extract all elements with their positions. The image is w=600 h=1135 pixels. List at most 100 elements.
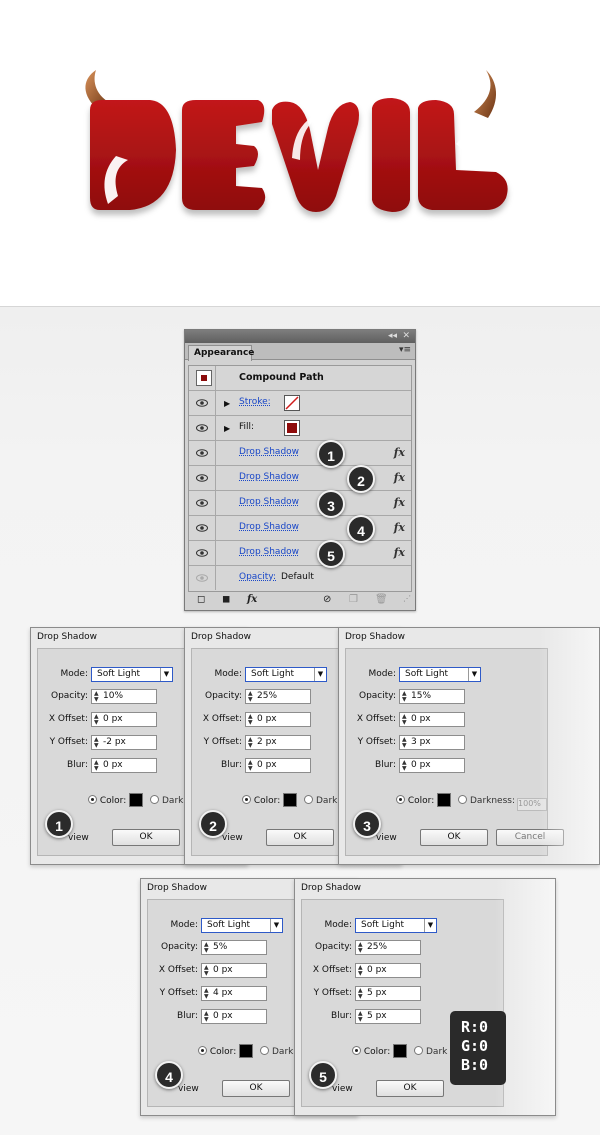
blur-field[interactable]: ▲ ▼ 5 px: [355, 1009, 421, 1024]
opacity-field[interactable]: ▲ ▼ 25%: [245, 689, 311, 704]
fill-swatch[interactable]: [284, 420, 300, 436]
ok-button[interactable]: OK: [112, 829, 180, 846]
color-radio[interactable]: [88, 795, 97, 804]
darkness-radio[interactable]: [414, 1046, 424, 1055]
darkness-radio[interactable]: [150, 795, 160, 804]
blur-field[interactable]: ▲ ▼ 0 px: [399, 758, 465, 773]
panel-titlebar[interactable]: ◂◂ ✕: [185, 330, 415, 343]
expand-triangle-icon[interactable]: ▶: [224, 399, 230, 408]
collapse-icon[interactable]: ◂◂: [388, 330, 397, 343]
duplicate-item-icon[interactable]: ❐: [349, 594, 358, 605]
shadow-color-swatch[interactable]: [283, 793, 298, 807]
drop-shadow-link[interactable]: Drop Shadow: [239, 522, 299, 532]
spinner-icon[interactable]: ▲ ▼: [402, 714, 407, 726]
fx-icon[interactable]: fx: [394, 546, 405, 559]
chevron-down-icon[interactable]: ▼: [160, 668, 172, 681]
drop-shadow-link[interactable]: Drop Shadow: [239, 497, 299, 507]
chevron-down-icon[interactable]: ▼: [424, 919, 436, 932]
color-radio[interactable]: [396, 795, 405, 804]
spinner-icon[interactable]: ▲ ▼: [402, 691, 407, 703]
stroke-label[interactable]: Stroke:: [239, 397, 271, 407]
effect-row-2[interactable]: Drop Shadow fx: [189, 466, 411, 491]
y-offset-field[interactable]: ▲ ▼ 4 px: [201, 986, 267, 1001]
chevron-down-icon[interactable]: ▼: [468, 668, 480, 681]
blur-field[interactable]: ▲ ▼ 0 px: [91, 758, 157, 773]
effect-row-1[interactable]: Drop Shadow fx: [189, 441, 411, 466]
darkness-radio[interactable]: [458, 795, 468, 804]
y-offset-field[interactable]: ▲ ▼ 5 px: [355, 986, 421, 1001]
fx-icon[interactable]: fx: [394, 496, 405, 509]
add-fill-icon[interactable]: ◼: [222, 594, 230, 605]
chevron-down-icon[interactable]: ▼: [314, 668, 326, 681]
add-effect-icon[interactable]: fx: [247, 594, 257, 605]
eye-icon[interactable]: [196, 474, 208, 482]
spinner-icon[interactable]: ▲ ▼: [358, 942, 363, 954]
eye-icon[interactable]: [196, 399, 208, 407]
spinner-icon[interactable]: ▲ ▼: [402, 760, 407, 772]
spinner-icon[interactable]: ▲ ▼: [204, 942, 209, 954]
eye-icon[interactable]: [196, 424, 208, 432]
preview-label[interactable]: view: [178, 1084, 199, 1094]
opacity-field[interactable]: ▲ ▼ 15%: [399, 689, 465, 704]
resize-grip-icon[interactable]: ⋰: [403, 594, 411, 603]
shadow-color-swatch[interactable]: [239, 1044, 254, 1058]
spinner-icon[interactable]: ▲ ▼: [204, 965, 209, 977]
darkness-radio[interactable]: [260, 1046, 270, 1055]
spinner-icon[interactable]: ▲ ▼: [204, 1011, 209, 1023]
spinner-icon[interactable]: ▲ ▼: [94, 691, 99, 703]
color-radio[interactable]: [198, 1046, 207, 1055]
eye-icon[interactable]: [196, 499, 208, 507]
spinner-icon[interactable]: ▲ ▼: [94, 714, 99, 726]
y-offset-field[interactable]: ▲ ▼ 3 px: [399, 735, 465, 750]
shadow-color-swatch[interactable]: [393, 1044, 408, 1058]
mode-select[interactable]: Soft Light ▼: [91, 667, 173, 682]
spinner-icon[interactable]: ▲ ▼: [248, 691, 253, 703]
stroke-none-swatch[interactable]: [284, 395, 300, 411]
close-icon[interactable]: ✕: [402, 330, 410, 343]
effect-row-5[interactable]: Drop Shadow fx: [189, 541, 411, 566]
opacity-link[interactable]: Opacity:: [239, 572, 276, 582]
fx-icon[interactable]: fx: [394, 471, 405, 484]
ok-button[interactable]: OK: [266, 829, 334, 846]
drop-shadow-link[interactable]: Drop Shadow: [239, 472, 299, 482]
add-stroke-icon[interactable]: ◻: [197, 594, 205, 605]
shadow-color-swatch[interactable]: [129, 793, 144, 807]
eye-icon[interactable]: [196, 449, 208, 457]
mode-select[interactable]: Soft Light ▼: [245, 667, 327, 682]
preview-label[interactable]: view: [222, 833, 243, 843]
drop-shadow-link[interactable]: Drop Shadow: [239, 547, 299, 557]
color-radio[interactable]: [242, 795, 251, 804]
blur-field[interactable]: ▲ ▼ 0 px: [201, 1009, 267, 1024]
y-offset-field[interactable]: ▲ ▼ 2 px: [245, 735, 311, 750]
opacity-field[interactable]: ▲ ▼ 10%: [91, 689, 157, 704]
spinner-icon[interactable]: ▲ ▼: [358, 988, 363, 1000]
tab-appearance[interactable]: Appearance: [188, 345, 254, 361]
x-offset-field[interactable]: ▲ ▼ 0 px: [355, 963, 421, 978]
object-row[interactable]: Compound Path: [189, 366, 411, 391]
preview-label[interactable]: view: [376, 833, 397, 843]
x-offset-field[interactable]: ▲ ▼ 0 px: [91, 712, 157, 727]
eye-icon[interactable]: [196, 549, 208, 557]
clear-appearance-icon[interactable]: ⊘: [323, 594, 331, 605]
eye-icon[interactable]: [196, 524, 208, 532]
color-radio[interactable]: [352, 1046, 361, 1055]
opacity-field[interactable]: ▲ ▼ 5%: [201, 940, 267, 955]
spinner-icon[interactable]: ▲ ▼: [204, 988, 209, 1000]
opacity-field[interactable]: ▲ ▼ 25%: [355, 940, 421, 955]
mode-select[interactable]: Soft Light ▼: [399, 667, 481, 682]
chevron-down-icon[interactable]: ▼: [270, 919, 282, 932]
mode-select[interactable]: Soft Light ▼: [201, 918, 283, 933]
y-offset-field[interactable]: ▲ ▼ -2 px: [91, 735, 157, 750]
x-offset-field[interactable]: ▲ ▼ 0 px: [201, 963, 267, 978]
preview-label[interactable]: view: [332, 1084, 353, 1094]
x-offset-field[interactable]: ▲ ▼ 0 px: [399, 712, 465, 727]
spinner-icon[interactable]: ▲ ▼: [248, 714, 253, 726]
ok-button[interactable]: OK: [376, 1080, 444, 1097]
spinner-icon[interactable]: ▲ ▼: [248, 760, 253, 772]
eye-icon[interactable]: [196, 574, 208, 582]
spinner-icon[interactable]: ▲ ▼: [94, 737, 99, 749]
opacity-row[interactable]: Opacity: Default: [189, 566, 411, 591]
panel-menu-icon[interactable]: ▾≡: [399, 345, 411, 355]
effect-row-4[interactable]: Drop Shadow fx: [189, 516, 411, 541]
fx-icon[interactable]: fx: [394, 446, 405, 459]
